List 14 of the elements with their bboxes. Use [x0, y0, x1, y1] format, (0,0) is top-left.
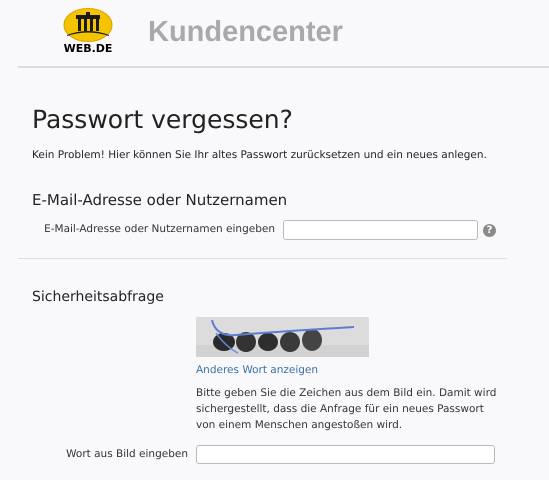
field-label: E-Mail-Adresse oder Nutzernamen eingeben — [43, 222, 275, 238]
field-label: Wort aus Bild eingeben — [65, 446, 188, 462]
section-heading: Sicherheitsabfrage — [32, 288, 165, 306]
logo-text: WEB.DE — [64, 42, 112, 56]
another-word-link[interactable]: Anderes Wort anzeigen — [196, 363, 318, 377]
logo-icon — [63, 8, 113, 42]
help-icon[interactable]: ? — [483, 224, 496, 236]
section-heading: E-Mail-Adresse oder Nutzernamen — [32, 190, 288, 210]
captcha-field[interactable] — [196, 445, 495, 464]
email-field[interactable] — [283, 220, 478, 240]
intro-text: Kein Problem! Hier können Sie Ihr altes Passwort zurücksetzen und ein neues anlegen. — [32, 148, 488, 162]
page-title: Passwort vergessen? — [32, 104, 294, 136]
header-title: Kundencenter — [148, 15, 343, 49]
captcha-hint: Bitte geben Sie die Zeichen aus dem Bild ein. Damit wird sichergestellt, dass die Anfrage für ein neues Passwort von einem Menschen angestoßen wird. — [196, 386, 498, 433]
